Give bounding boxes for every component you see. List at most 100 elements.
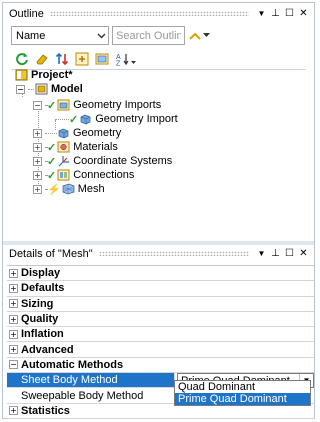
group-inflation[interactable]: + Inflation [7,327,314,343]
check-icon: ✓ [47,99,57,112]
tree-node-connections[interactable]: + ✓ Connections [33,168,134,182]
group-automatic-methods[interactable]: − Automatic Methods [7,357,314,374]
check-icon: ✓ [69,113,79,126]
expand-toggle[interactable]: + [9,329,18,339]
model-icon [35,83,48,95]
details-title-bar: Details of "Mesh" ▼ ⊥ ☐ ✕ [3,245,314,262]
collapse-toggle[interactable]: − [9,360,18,370]
check-icon: ✓ [47,141,57,154]
expand-toggle[interactable]: + [9,345,18,355]
details-title: Details of "Mesh" [9,247,93,260]
group-label: Display [21,267,61,280]
group-defaults[interactable]: + Defaults [7,281,314,297]
expand-toggle[interactable]: + [33,142,42,152]
lightning-icon: ⚡ [47,183,61,196]
tree-node-project[interactable]: Project* [15,68,73,82]
tree-node-mesh[interactable]: + ⚡ Mesh [33,182,105,196]
panel-menu-icon[interactable]: ▼ [255,7,268,20]
filter-select[interactable]: Name [11,26,109,45]
panel-menu-icon[interactable]: ▼ [255,247,268,260]
outline-toolbar: AZ [15,49,137,69]
tree-node-label: Connections [73,169,135,181]
expand-toggle[interactable]: + [33,156,42,166]
group-display[interactable]: + Display [7,266,314,282]
group-sizing[interactable]: + Sizing [7,296,314,312]
sheet-body-method-options: Quad Dominant Prime Quad Dominant [174,380,311,406]
tree-connector [45,132,57,134]
search-options-icon[interactable] [188,29,202,43]
tree-node-label: Geometry Import [95,113,178,125]
coordinate-systems-icon [57,155,70,167]
close-icon[interactable]: ✕ [297,7,310,20]
tree-node-geometry-import[interactable]: ✓ Geometry Import [55,112,178,126]
outline-search-row: Name [11,25,308,46]
tree-node-label: Project* [31,69,73,81]
option-quad-dominant[interactable]: Quad Dominant [175,381,310,393]
tree-node-label: Geometry [73,127,122,139]
close-icon[interactable]: ✕ [297,247,310,260]
group-label: Sizing [21,297,54,310]
group-advanced[interactable]: + Advanced [7,342,314,358]
expand-toggle[interactable]: + [9,314,18,324]
filter-select-value: Name [16,29,46,42]
main-frame: Outline ▼ ⊥ ☐ ✕ Name Search Outline A Z … [2,2,315,419]
group-label: Defaults [21,282,65,295]
group-label: Advanced [21,343,74,356]
tree-node-materials[interactable]: + ✓ Materials [33,140,118,154]
expand-toggle[interactable]: + [9,268,18,278]
outline-title-bar: Outline ▼ ⊥ ☐ ✕ [3,5,314,22]
expand-toggle[interactable]: + [9,406,18,416]
tree-node-coordinate-systems[interactable]: + ✓ Coordinate Systems [33,154,172,168]
group-quality[interactable]: + Quality [7,311,314,328]
geometry-imports-icon [57,99,70,111]
collapse-toggle[interactable]: − [16,84,25,94]
restore-icon[interactable]: ☐ [283,247,296,260]
group-label: Quality [21,313,59,326]
pin-icon[interactable]: ⊥ [269,247,282,260]
group-label: Statistics [21,404,70,417]
materials-icon [57,141,70,153]
tree-node-label: Coordinate Systems [73,155,173,167]
restore-icon[interactable]: ☐ [283,7,296,20]
tree-connector [55,118,69,120]
title-grip [98,251,249,256]
option-prime-quad-dominant[interactable]: Prime Quad Dominant [175,393,310,405]
property-label: Sheet Body Method [7,373,175,388]
eraser-icon[interactable] [35,52,49,66]
geometry-icon [57,127,70,139]
tree-node-label: Mesh [77,183,105,195]
search-menu-icon[interactable] [202,29,210,43]
project-icon [15,69,28,81]
tree-node-label: Model [51,83,83,95]
sort-icon[interactable] [55,52,69,66]
tree-node-label: Materials [73,141,118,153]
expand-toggle[interactable]: + [9,299,18,309]
pin-icon[interactable]: ⊥ [269,7,282,20]
group-label: Automatic Methods [21,358,124,371]
expand-toggle[interactable]: + [9,283,18,293]
check-icon: ✓ [47,169,57,182]
tree-node-label: Geometry Imports [73,99,162,111]
refresh-icon[interactable] [15,52,29,66]
tree-connector [28,88,34,90]
collapse-all-icon[interactable] [95,52,109,66]
chevron-down-icon [94,33,108,39]
group-label: Inflation [21,328,64,341]
collapse-toggle[interactable]: − [33,100,42,110]
sort-az-icon[interactable]: AZ [115,52,137,66]
expand-toggle[interactable]: + [33,184,42,194]
search-input[interactable] [112,26,185,45]
geometry-import-icon [79,113,92,125]
mesh-icon [62,183,75,195]
tree-node-model[interactable]: − Model [16,82,83,96]
svg-text:Z: Z [116,61,121,67]
property-label: Sweepable Body Method [7,388,175,403]
expand-toggle[interactable]: + [33,128,42,138]
expand-toggle[interactable]: + [33,170,42,180]
expand-all-icon[interactable] [75,52,89,66]
tree-node-geometry[interactable]: + Geometry [33,126,121,140]
connections-icon [57,169,70,181]
check-icon: ✓ [47,155,57,168]
tree-node-geometry-imports[interactable]: − ✓ Geometry Imports [33,98,161,112]
outline-title: Outline [9,7,44,20]
